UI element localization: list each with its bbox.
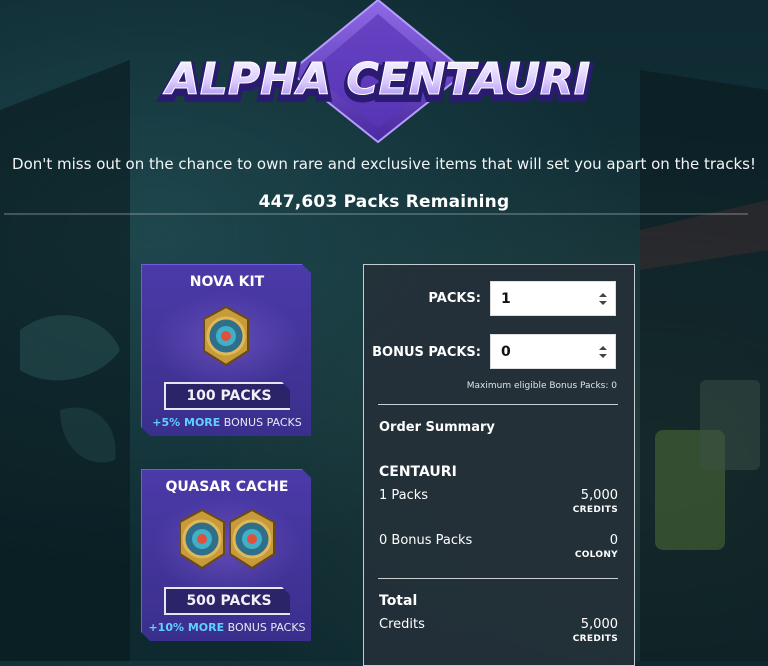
order-summary-title: Order Summary <box>379 420 495 435</box>
summary-line-value: 0 <box>609 533 618 548</box>
summary-line-unit: COLONY <box>574 550 618 560</box>
kit-title: QUASAR CACHE <box>165 479 289 495</box>
total-unit: CREDITS <box>572 634 618 644</box>
bonus-packs-input[interactable]: 0 <box>490 334 616 369</box>
logo-text: ALPHA CENTAURI <box>163 54 590 105</box>
gear-token-icon <box>203 305 249 367</box>
spinner-arrows-icon[interactable] <box>599 346 607 358</box>
header-divider <box>4 213 748 215</box>
bonus-percent: +10% MORE <box>148 621 225 634</box>
spinner-arrows-icon[interactable] <box>599 293 607 305</box>
divider <box>378 578 618 579</box>
summary-section-heading: CENTAURI <box>379 464 457 480</box>
summary-line-label: 1 Packs <box>379 488 429 503</box>
bonus-text: BONUS PACKS <box>223 416 302 429</box>
packs-label: PACKS: <box>428 291 481 306</box>
packs-value: 1 <box>501 291 511 307</box>
bonus-packs-label: BONUS PACKS: <box>372 345 481 360</box>
kit-pack-count: 100 PACKS <box>164 382 290 410</box>
remaining-count: 447,603 <box>258 192 338 212</box>
kit-card-nova[interactable]: NOVA KIT 100 PACKS +5% MORE BONUS PACKS <box>141 264 311 436</box>
divider <box>378 404 618 405</box>
kit-title: NOVA KIT <box>189 274 265 290</box>
total-value: 5,000 <box>580 617 618 632</box>
summary-line-unit: CREDITS <box>572 505 618 515</box>
kit-bonus: +5% MORE BONUS PACKS <box>142 416 311 429</box>
total-label: Credits <box>379 617 425 632</box>
kit-pack-count: 500 PACKS <box>164 587 290 615</box>
gear-tokens-icon <box>179 508 275 570</box>
packs-input[interactable]: 1 <box>490 281 616 316</box>
tagline: Don't miss out on the chance to own rare… <box>12 155 756 173</box>
alpha-centauri-logo: ALPHA CENTAURI ALPHA CENTAURI <box>159 0 594 144</box>
kit-bonus: +10% MORE BONUS PACKS <box>142 621 311 634</box>
kit-card-quasar[interactable]: QUASAR CACHE 500 PACKS +10% MORE BONUS P… <box>141 469 311 641</box>
max-bonus-note: Maximum eligible Bonus Packs: 0 <box>466 381 617 391</box>
total-heading: Total <box>379 593 418 609</box>
bonus-packs-value: 0 <box>501 344 511 360</box>
order-panel: PACKS: 1 BONUS PACKS: 0 Maximum eligible… <box>363 264 635 666</box>
summary-line-label: 0 Bonus Packs <box>379 533 473 548</box>
summary-line-value: 5,000 <box>580 488 618 503</box>
remaining-label: Packs Remaining <box>343 192 510 212</box>
bonus-text: BONUS PACKS <box>227 621 306 634</box>
bonus-percent: +5% MORE <box>152 416 221 429</box>
packs-remaining: 447,603 Packs Remaining <box>0 192 768 212</box>
